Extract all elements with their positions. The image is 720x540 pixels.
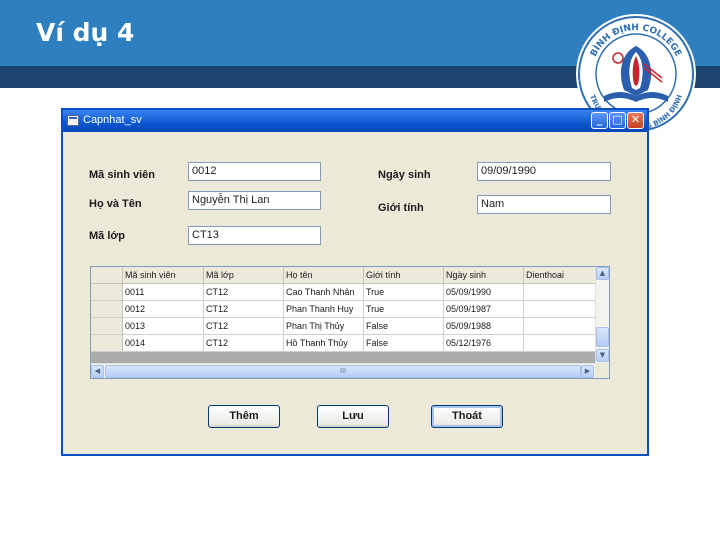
ma-lop-label: Mã lớp (89, 230, 125, 242)
column-header[interactable]: Mã sinh viên (123, 267, 204, 284)
column-header[interactable]: Ngày sinh (444, 267, 524, 284)
ho-ten-input[interactable]: Nguyễn Thị Lan (188, 191, 321, 210)
row-header[interactable] (91, 301, 123, 318)
app-form-icon (67, 115, 79, 126)
table-cell[interactable] (524, 301, 595, 318)
table-cell[interactable]: CT12 (204, 335, 284, 352)
ma-sinh-vien-label: Mã sinh viên (89, 169, 156, 181)
table-cell[interactable] (524, 318, 595, 335)
row-header[interactable] (91, 318, 123, 335)
thoat-button[interactable]: Thoát (431, 405, 503, 428)
luu-button[interactable]: Lưu (317, 405, 389, 428)
table-cell[interactable]: False (364, 318, 444, 335)
table-cell[interactable] (524, 335, 595, 352)
column-header[interactable]: Mã lớp (204, 267, 284, 284)
row-header[interactable] (91, 284, 123, 301)
table-cell[interactable]: False (364, 335, 444, 352)
ho-ten-label: Họ và Tên (89, 198, 142, 210)
ngay-sinh-input[interactable]: 09/09/1990 (477, 162, 611, 181)
close-button[interactable]: ✕ (627, 112, 644, 129)
them-button[interactable]: Thêm (208, 405, 280, 428)
table-cell[interactable]: 0013 (123, 318, 204, 335)
table-cell[interactable]: Cao Thanh Nhân (284, 284, 364, 301)
horizontal-scroll-thumb[interactable]: III (105, 365, 581, 378)
table-cell[interactable]: 0011 (123, 284, 204, 301)
scroll-left-arrow-icon[interactable]: ◀ (91, 365, 104, 378)
table-cell[interactable]: Phan Thị Thủy (284, 318, 364, 335)
table-cell[interactable]: 05/12/1976 (444, 335, 524, 352)
maximize-button[interactable]: □ (609, 112, 626, 129)
window-title: Capnhat_sv (83, 114, 142, 126)
gioi-tinh-input[interactable]: Nam (477, 195, 611, 214)
horizontal-scrollbar[interactable]: ◀ III ▶ (91, 363, 595, 378)
slide-title: Ví dụ 4 (36, 18, 135, 47)
window-titlebar[interactable]: Capnhat_sv _ □ ✕ (63, 110, 647, 132)
table-cell[interactable]: Hồ Thanh Thủy (284, 335, 364, 352)
vertical-scrollbar[interactable]: ▲ ▼ (595, 267, 609, 363)
table-row[interactable]: 0012 CT12 Phan Thanh Huy True 05/09/1987 (91, 301, 595, 318)
table-cell[interactable]: 0014 (123, 335, 204, 352)
table-row[interactable]: 0011 CT12 Cao Thanh Nhân True 05/09/1990 (91, 284, 595, 301)
row-header[interactable] (91, 335, 123, 352)
table-row[interactable]: 0013 CT12 Phan Thị Thủy False 05/09/1988 (91, 318, 595, 335)
row-header-corner (91, 267, 123, 284)
minimize-button[interactable]: _ (591, 112, 608, 129)
capnhat-sv-window: Capnhat_sv _ □ ✕ Mã sinh viên 0012 Họ và… (61, 108, 649, 456)
table-cell[interactable]: 05/09/1987 (444, 301, 524, 318)
scrollbar-corner (595, 363, 609, 378)
datagrid-body: Mã sinh viên Mã lớp Họ tên Giới tính Ngà… (91, 267, 595, 363)
table-cell[interactable]: CT12 (204, 318, 284, 335)
table-cell[interactable]: Phan Thanh Huy (284, 301, 364, 318)
datagrid-header-row: Mã sinh viên Mã lớp Họ tên Giới tính Ngà… (91, 267, 595, 284)
ma-lop-input[interactable]: CT13 (188, 226, 321, 245)
column-header[interactable]: Dienthoai (524, 267, 595, 284)
gioi-tinh-label: Giới tính (378, 202, 424, 214)
table-row[interactable]: 0014 CT12 Hồ Thanh Thủy False 05/12/1976 (91, 335, 595, 352)
student-datagrid[interactable]: Mã sinh viên Mã lớp Họ tên Giới tính Ngà… (90, 266, 610, 379)
table-cell[interactable]: True (364, 301, 444, 318)
scroll-down-arrow-icon[interactable]: ▼ (596, 349, 609, 362)
scroll-up-arrow-icon[interactable]: ▲ (596, 267, 609, 280)
table-cell[interactable]: CT12 (204, 284, 284, 301)
table-cell[interactable]: 05/09/1990 (444, 284, 524, 301)
ngay-sinh-label: Ngày sinh (378, 169, 431, 181)
column-header[interactable]: Họ tên (284, 267, 364, 284)
ma-sinh-vien-input[interactable]: 0012 (188, 162, 321, 181)
column-header[interactable]: Giới tính (364, 267, 444, 284)
table-cell[interactable]: CT12 (204, 301, 284, 318)
table-cell[interactable]: 0012 (123, 301, 204, 318)
table-cell[interactable] (524, 284, 595, 301)
table-cell[interactable]: True (364, 284, 444, 301)
scroll-right-arrow-icon[interactable]: ▶ (581, 365, 594, 378)
table-cell[interactable]: 05/09/1988 (444, 318, 524, 335)
vertical-scroll-thumb[interactable] (596, 327, 609, 347)
